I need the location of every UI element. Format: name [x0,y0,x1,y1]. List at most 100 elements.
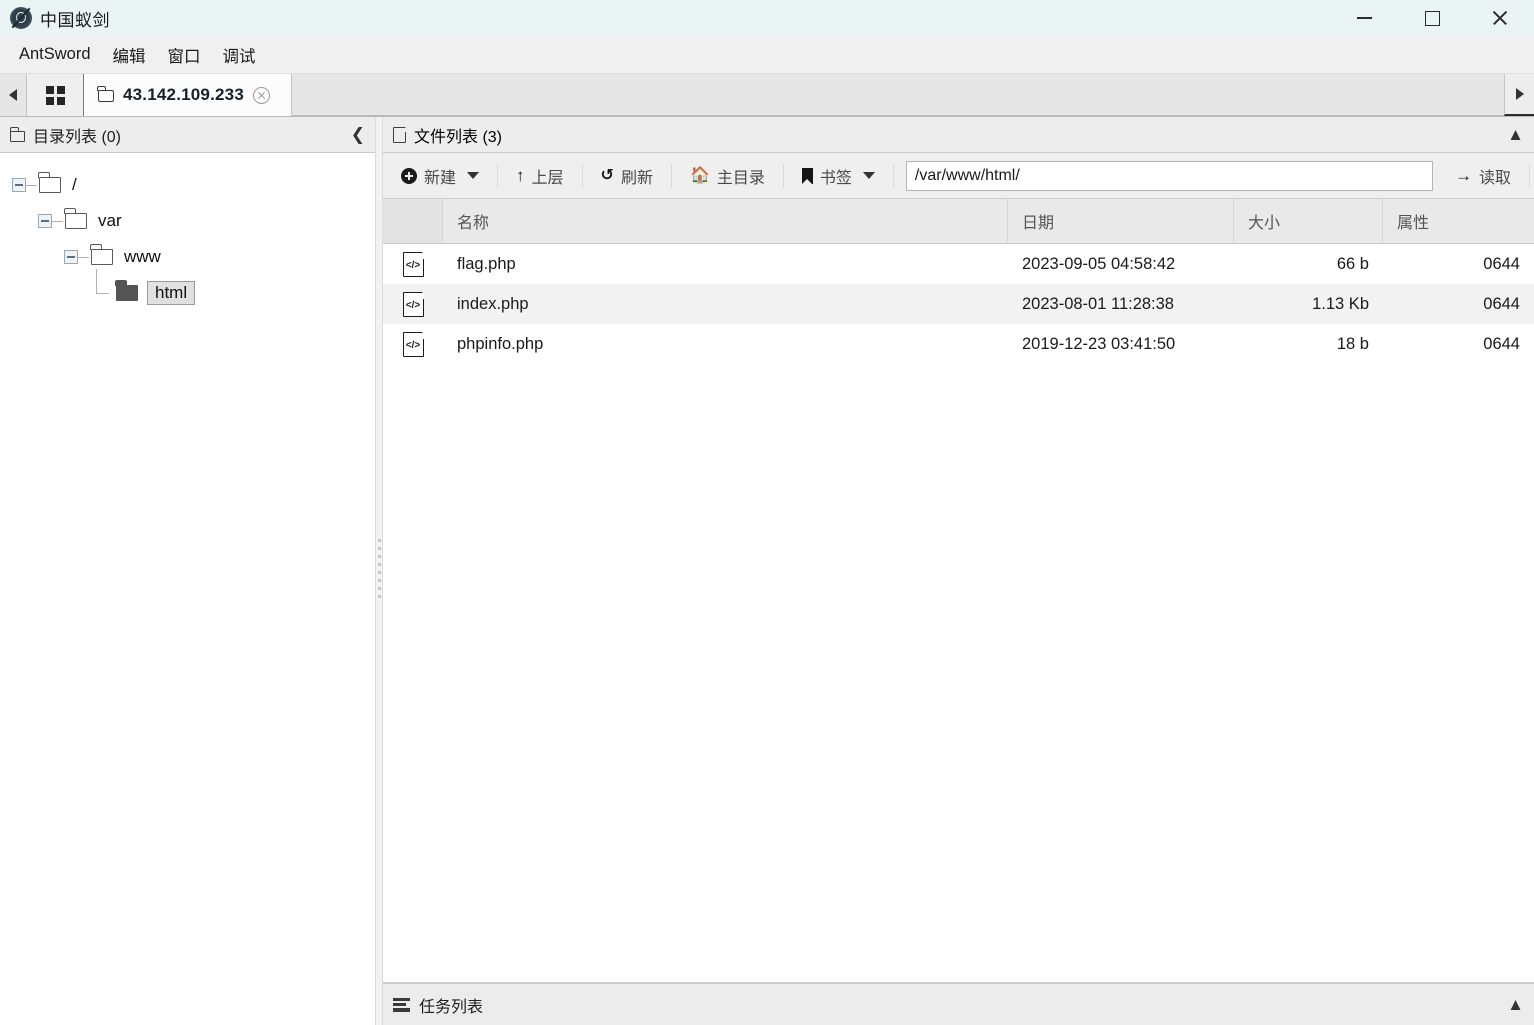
file-panel-header: 文件列表 (3) ▲ [383,117,1534,153]
tab-scroll-right-button[interactable] [1504,74,1534,116]
up-button-label: 上层 [531,169,564,187]
toolbar-divider [1529,163,1530,188]
maximize-button[interactable] [1398,0,1466,36]
column-header-select [383,199,443,243]
directory-panel-title: 目录列表 (0) [33,128,122,146]
chevron-left-icon[interactable]: ❮ [351,126,365,143]
menu-item-antsword[interactable]: AntSword [8,41,102,68]
minimize-button[interactable] [1330,0,1398,36]
tree-connector [90,269,114,311]
column-header-attr[interactable]: 属性 [1383,199,1534,243]
splitter-handle-icon [377,539,381,603]
caret-down-icon[interactable] [862,172,875,179]
bookmark-button[interactable]: 书签 [788,158,889,194]
arrow-right-icon: → [1454,166,1472,185]
maximize-icon [1424,10,1440,26]
list-icon [393,997,410,1012]
tree-node-root[interactable]: / [12,167,375,203]
new-button[interactable]: 新建 [387,158,493,194]
file-table-header: 名称 日期 大小 属性 [383,199,1534,244]
tab-bar-filler [292,74,1504,116]
path-input-wrapper [898,160,1441,191]
table-row[interactable]: </> index.php 2023-08-01 11:28:38 1.13 K… [383,284,1534,324]
task-list-title: 任务列表 [419,998,484,1016]
refresh-icon: ↺ [600,166,614,184]
php-file-icon: </> [402,330,425,357]
php-file-icon: </> [402,290,425,317]
file-toolbar: 新建 ↑ 上层 ↺ 刷新 🏠 主目录 书签 /var/www/html/ → 读… [383,153,1534,199]
bookmark-button-label: 书签 [819,169,852,187]
main-split-area: 目录列表 (0) ❮ / var www html 文件列表 (3) ▲ 新建 … [0,117,1534,1025]
folder-icon [9,127,25,142]
window-controls [1330,0,1534,36]
folder-icon [64,208,87,229]
bookmark-icon [801,167,813,184]
close-icon [1491,9,1509,27]
refresh-button-label: 刷新 [620,169,653,187]
row-icon-cell: </> [383,250,443,277]
tab-label: 43.142.109.233 [123,85,244,104]
column-header-size[interactable]: 大小 [1234,199,1383,243]
read-button-label: 读取 [1478,169,1511,187]
tree-expander-icon[interactable] [64,250,78,264]
refresh-button[interactable]: ↺ 刷新 [587,158,667,194]
tree-node-www[interactable]: www [12,239,375,275]
up-button[interactable]: ↑ 上层 [502,158,578,194]
row-icon-cell: </> [383,330,443,357]
tree-node-html[interactable]: html [12,269,375,311]
home-button[interactable]: 🏠 主目录 [676,158,779,194]
task-list-bar[interactable]: 任务列表 ▲ [383,983,1534,1025]
folder-icon [97,86,114,102]
php-file-icon: </> [402,250,425,277]
tree-node-var[interactable]: var [12,203,375,239]
cell-attr: 0644 [1483,294,1520,313]
chevron-up-icon[interactable]: ▲ [1507,996,1524,1013]
panel-splitter[interactable] [375,117,383,1025]
cell-date: 2023-09-05 04:58:42 [1022,254,1176,273]
cell-size: 66 b [1336,254,1369,273]
folder-icon [90,244,113,265]
document-icon [393,126,407,143]
close-circle-icon[interactable] [252,86,270,104]
folder-icon [115,280,138,301]
cell-name: phpinfo.php [457,334,544,353]
toolbar-divider [782,163,784,188]
tab-scroll-left-button[interactable] [0,74,26,116]
cell-date: 2019-12-23 03:41:50 [1022,334,1176,353]
close-button[interactable] [1466,0,1534,36]
directory-tree: / var www html [0,153,375,1025]
menu-item-debug[interactable]: 调试 [212,39,267,71]
table-row[interactable]: </> flag.php 2023-09-05 04:58:42 66 b 06… [383,244,1534,284]
tab-host-43-142-109-233[interactable]: 43.142.109.233 [84,74,292,116]
tree-expander-icon[interactable] [38,214,52,228]
cell-size: 18 b [1336,334,1369,353]
toolbar-divider [670,163,672,188]
column-header-date[interactable]: 日期 [1008,199,1234,243]
antsword-logo-icon [10,7,32,29]
triangle-right-icon [1515,88,1524,100]
grid-view-button[interactable] [26,74,84,116]
toolbar-divider [892,163,894,188]
chevron-up-icon[interactable]: ▲ [1507,126,1524,143]
file-table: 名称 日期 大小 属性 </> flag.php 2023-09-05 04:5… [383,199,1534,983]
file-table-body: </> flag.php 2023-09-05 04:58:42 66 b 06… [383,244,1534,982]
menu-item-window[interactable]: 窗口 [157,39,212,71]
cell-name: flag.php [457,254,516,273]
menu-item-edit[interactable]: 编辑 [102,39,157,71]
tree-expander-icon[interactable] [12,178,26,192]
grid-view-icon [45,85,65,105]
column-header-name[interactable]: 名称 [443,199,1008,243]
cell-size: 1.13 Kb [1312,294,1369,313]
tab-bar: 43.142.109.233 [0,74,1534,117]
folder-icon [38,172,61,193]
caret-down-icon[interactable] [467,172,480,179]
triangle-left-icon [9,89,17,101]
table-row[interactable]: </> phpinfo.php 2019-12-23 03:41:50 18 b… [383,324,1534,364]
file-panel-title: 文件列表 (3) [414,128,503,146]
cell-date: 2023-08-01 11:28:38 [1022,294,1174,313]
tree-connector [78,256,89,258]
read-button[interactable]: → 读取 [1441,158,1525,194]
cell-attr: 0644 [1483,334,1520,353]
tree-node-label: html [147,281,196,305]
path-input[interactable] [905,160,1433,191]
